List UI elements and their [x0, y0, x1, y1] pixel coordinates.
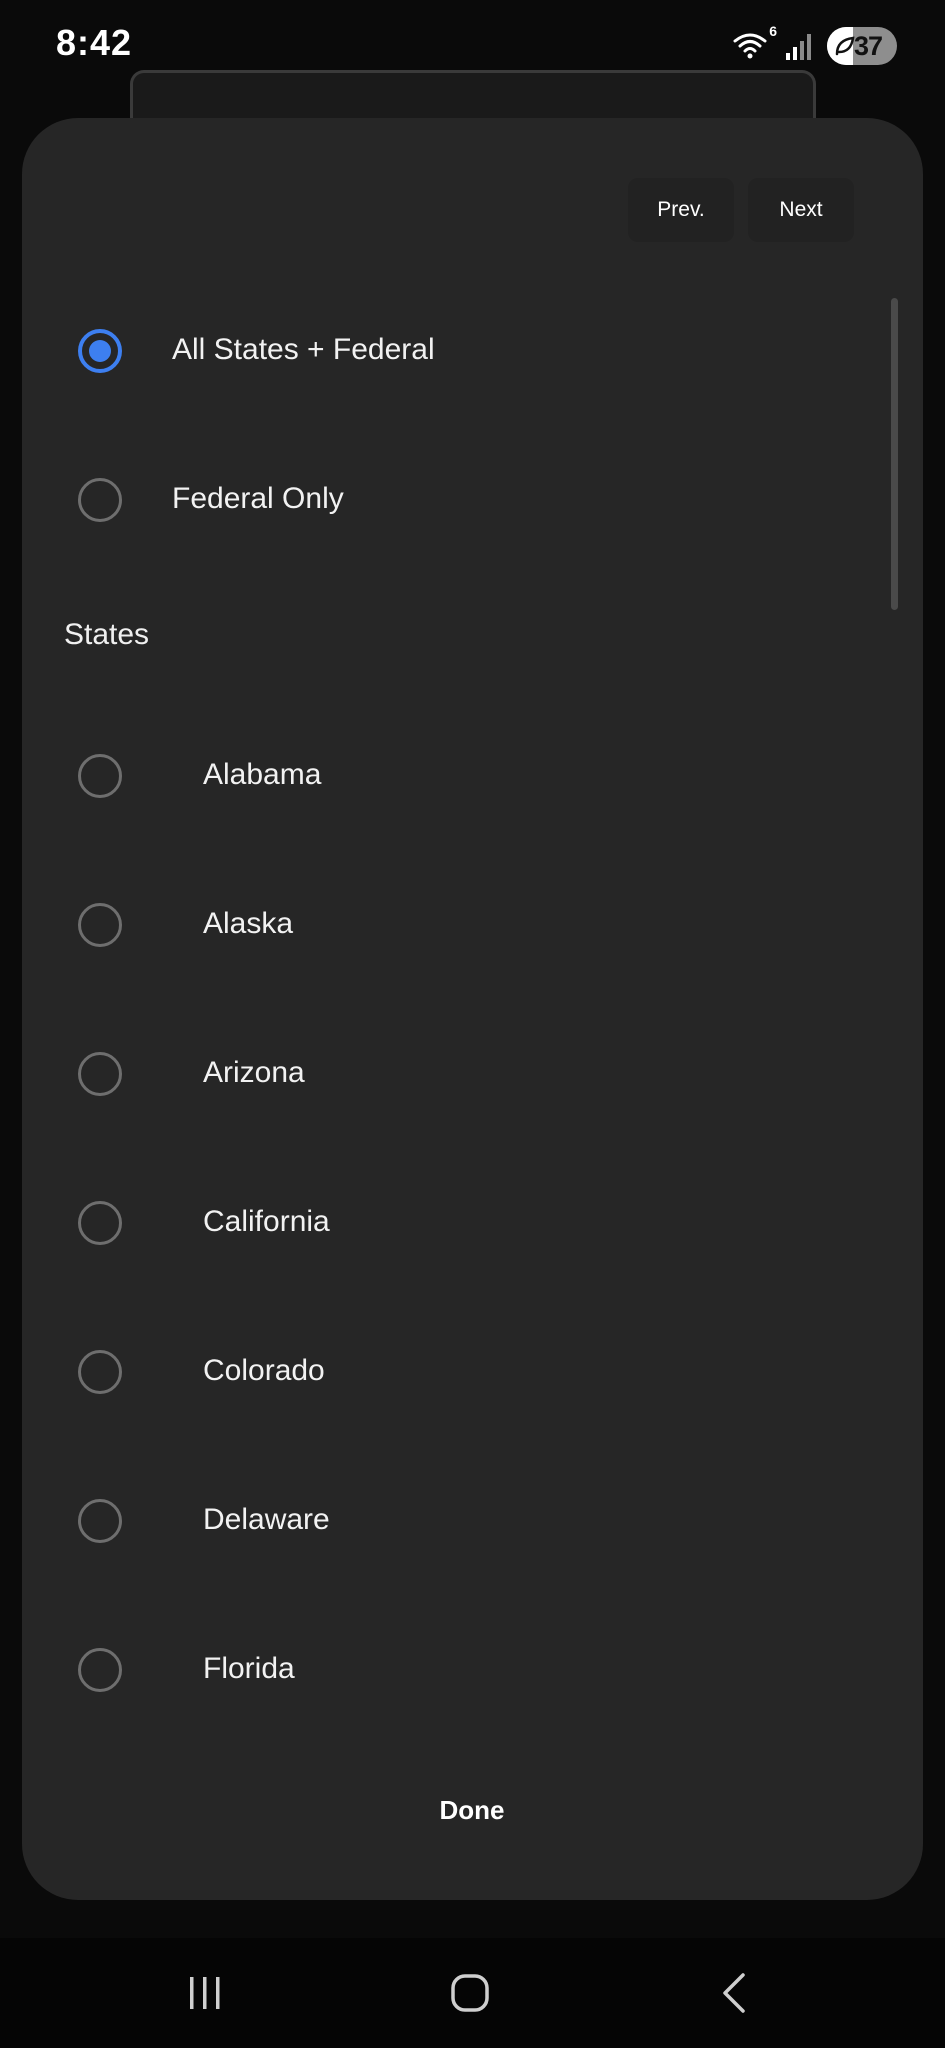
- state-label: Colorado: [203, 1354, 325, 1387]
- option-label: All States + Federal: [172, 333, 435, 366]
- done-button[interactable]: Done: [352, 1780, 592, 1840]
- scrollbar[interactable]: [891, 298, 898, 610]
- prev-button[interactable]: Prev.: [628, 178, 734, 242]
- home-button[interactable]: [410, 1938, 530, 2048]
- state-selection-sheet: Prev. Next All States + Federal Federal …: [22, 118, 923, 1900]
- state-label: Alabama: [203, 758, 322, 791]
- option-federal-only[interactable]: Federal Only: [22, 440, 882, 560]
- state-label: California: [203, 1205, 330, 1238]
- next-button[interactable]: Next: [748, 178, 854, 242]
- state-item-florida[interactable]: Florida: [22, 1610, 882, 1730]
- signal-icon: [786, 34, 811, 60]
- state-label: Florida: [203, 1652, 295, 1685]
- state-item-delaware[interactable]: Delaware: [22, 1461, 882, 1581]
- option-label: Federal Only: [172, 482, 344, 515]
- radio-button[interactable]: [78, 1201, 122, 1245]
- state-label: Delaware: [203, 1503, 330, 1536]
- battery-level: 37: [853, 30, 883, 61]
- state-label: Alaska: [203, 907, 294, 940]
- states-header: States: [64, 618, 150, 651]
- recents-icon: [190, 1977, 220, 2009]
- status-icons: 6 37: [733, 23, 897, 66]
- option-all-states-federal[interactable]: All States + Federal: [22, 291, 882, 411]
- system-nav-bar: [0, 1938, 945, 2048]
- radio-button[interactable]: [78, 478, 122, 522]
- wifi-badge: 6: [769, 23, 777, 39]
- back-icon: [723, 1973, 745, 2013]
- radio-button[interactable]: [78, 1350, 122, 1394]
- recents-button[interactable]: [145, 1938, 265, 2048]
- radio-button[interactable]: [78, 903, 122, 947]
- state-label: Arizona: [203, 1056, 305, 1089]
- state-item-arizona[interactable]: Arizona: [22, 1014, 882, 1134]
- radio-button[interactable]: [78, 1052, 122, 1096]
- wifi-icon: 6: [733, 23, 777, 63]
- radio-button[interactable]: [78, 754, 122, 798]
- screen: 8:42 6 37 Prev. Next All States + Federa…: [0, 0, 945, 2048]
- radio-button[interactable]: [78, 1499, 122, 1543]
- state-item-alabama[interactable]: Alabama: [22, 716, 882, 836]
- radio-button[interactable]: [78, 329, 122, 373]
- radio-button[interactable]: [78, 1648, 122, 1692]
- back-button[interactable]: [675, 1938, 795, 2048]
- state-item-alaska[interactable]: Alaska: [22, 865, 882, 985]
- battery-icon: 37: [827, 27, 897, 65]
- state-item-colorado[interactable]: Colorado: [22, 1312, 882, 1432]
- home-icon: [451, 1974, 489, 2012]
- status-time: 8:42: [56, 22, 133, 63]
- state-item-california[interactable]: California: [22, 1163, 882, 1283]
